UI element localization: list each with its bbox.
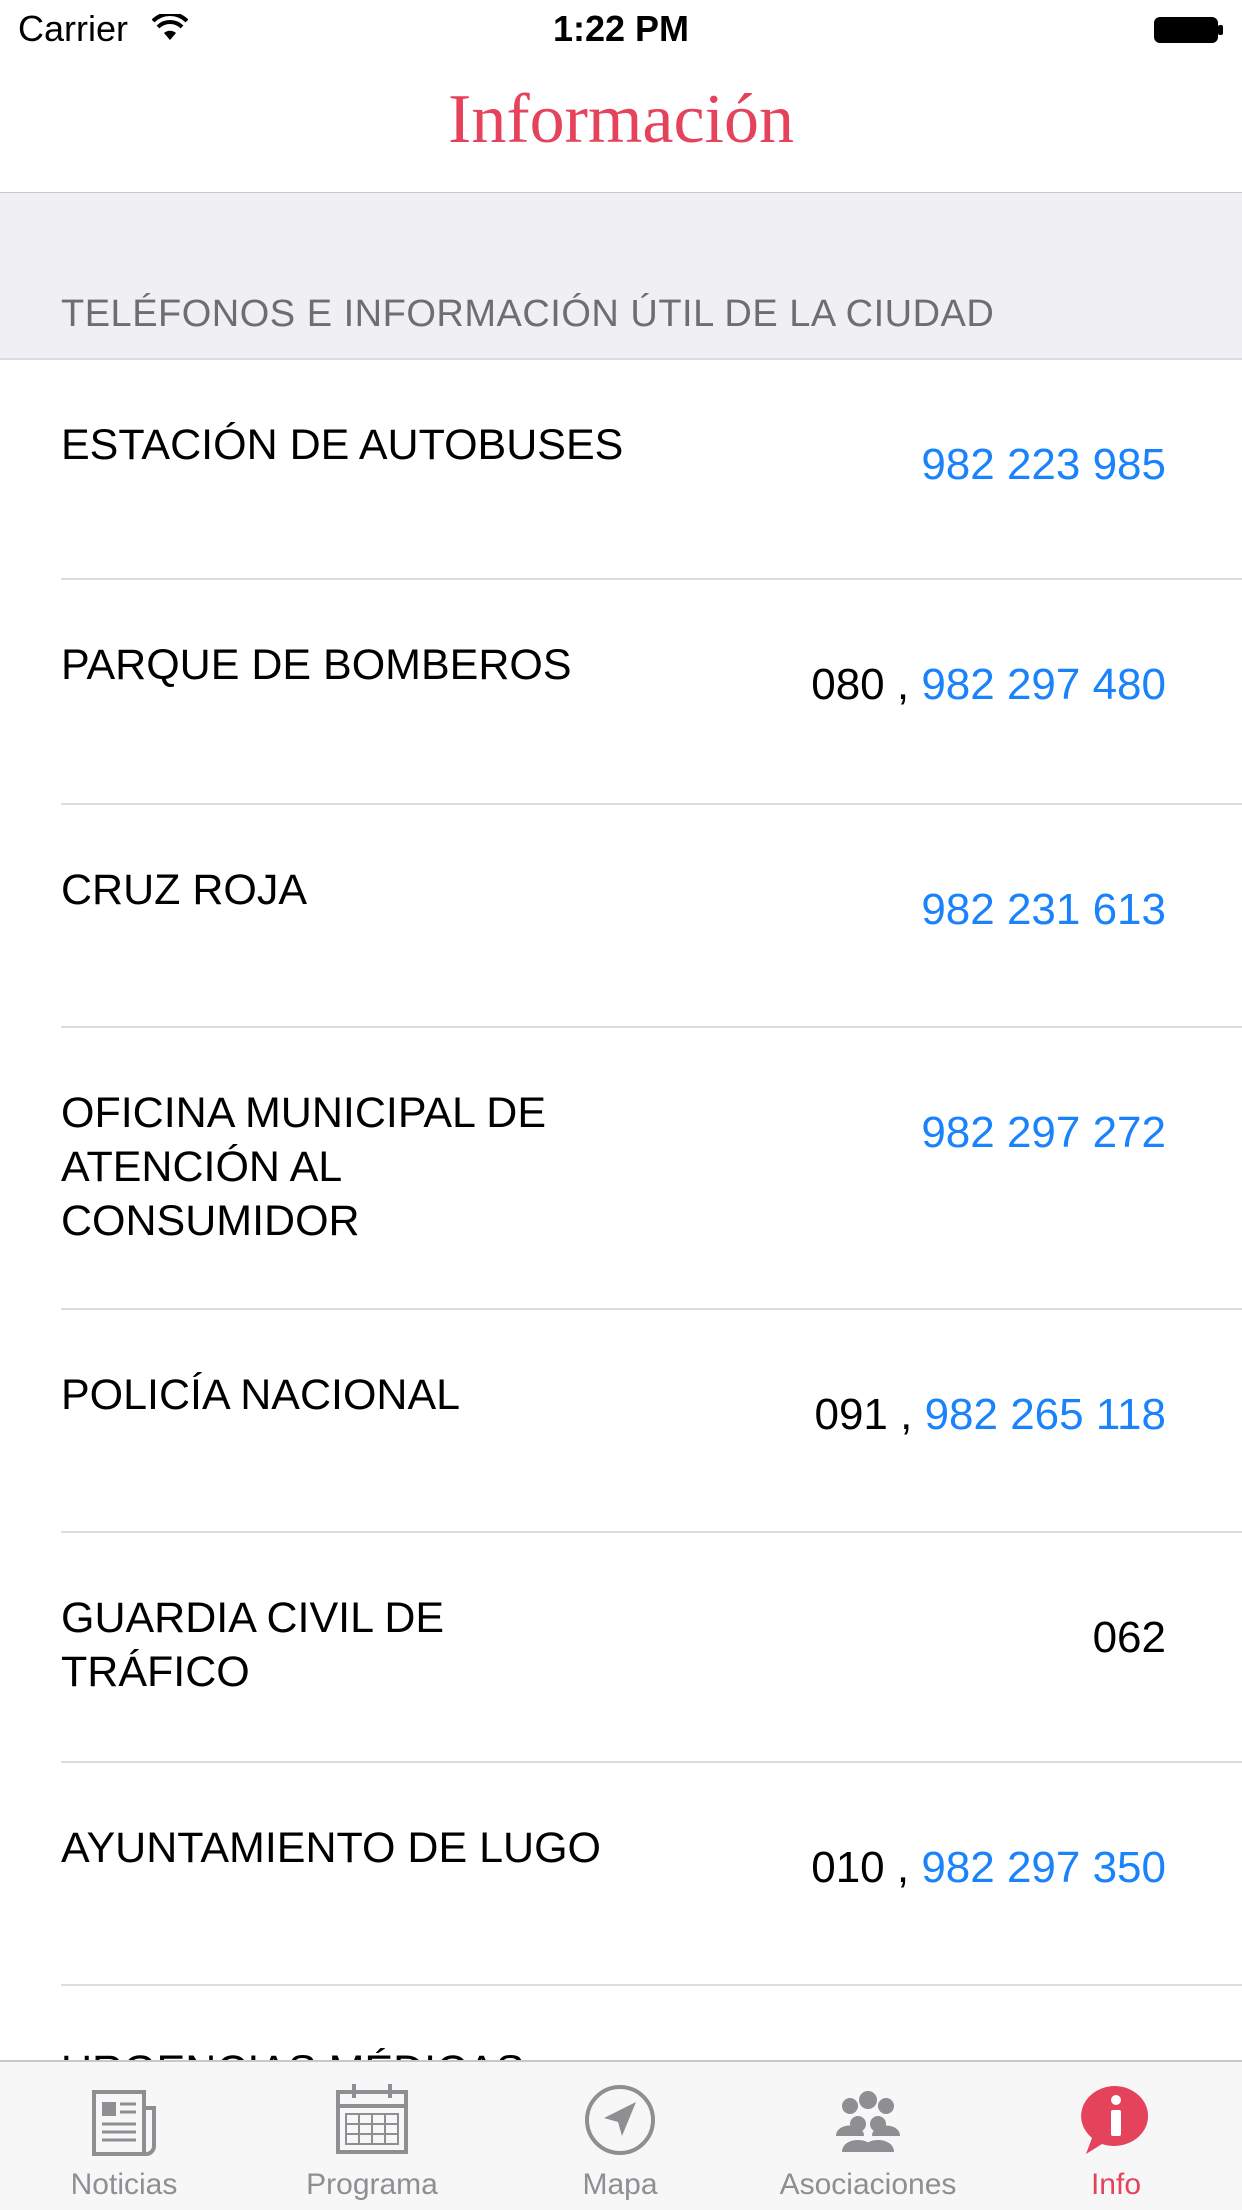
tab-asociaciones[interactable]: Asociaciones: [744, 2062, 992, 2210]
contact-row-bus-station[interactable]: ESTACIÓN DE AUTOBUSES 982 223 985: [0, 360, 1242, 580]
phone-link[interactable]: 982 297 350: [921, 1843, 1166, 1892]
phone-prefix: 091 ,: [814, 1390, 925, 1439]
people-icon: [836, 2091, 900, 2152]
contact-name: OFICINA MUNICIPAL DE ATENCIÓN AL CONSUMI…: [61, 1089, 547, 1245]
phone-link[interactable]: 982 265 118: [925, 1390, 1166, 1439]
tab-bar: Noticias Programa Mapa Asociaciones Info: [0, 2060, 1242, 2210]
tab-info[interactable]: Info: [992, 2062, 1240, 2210]
tab-label: Noticias: [70, 2168, 178, 2201]
contact-name: ESTACIÓN DE AUTOBUSES: [61, 421, 624, 469]
clock: 1:22 PM: [552, 8, 690, 49]
contact-phones: 982 223 985: [921, 440, 1166, 490]
tab-programa[interactable]: Programa: [248, 2062, 496, 2210]
status-bar: Carrier 1:22 PM: [0, 0, 1242, 62]
tab-label: Programa: [306, 2168, 438, 2201]
tab-label: Mapa: [582, 2168, 658, 2201]
section-header: TELÉFONOS E INFORMACIÓN ÚTIL DE LA CIUDA…: [0, 193, 1242, 360]
phone-prefix: 080 ,: [811, 660, 922, 709]
contact-name: GUARDIA CIVIL DE TRÁFICO: [61, 1594, 445, 1696]
contact-row-consumer-office[interactable]: OFICINA MUNICIPAL DE ATENCIÓN AL CONSUMI…: [0, 1028, 1242, 1310]
contact-name: POLICÍA NACIONAL: [61, 1371, 461, 1419]
tab-mapa[interactable]: Mapa: [496, 2062, 744, 2210]
contact-row-national-police[interactable]: POLICÍA NACIONAL 091 , 982 265 118: [0, 1310, 1242, 1533]
location-arrow-icon: [585, 2085, 655, 2155]
phone-prefix: 010 ,: [811, 1843, 922, 1892]
contact-row-city-hall[interactable]: AYUNTAMIENTO DE LUGO 010 , 982 297 350: [0, 1763, 1242, 1986]
phone-link[interactable]: 982 223 985: [921, 440, 1166, 489]
contact-name: CRUZ ROJA: [61, 866, 308, 914]
phone-link[interactable]: 982 297 272: [921, 1108, 1166, 1157]
contact-name: AYUNTAMIENTO DE LUGO: [61, 1824, 601, 1872]
contact-phones: 091 , 982 265 118: [814, 1390, 1166, 1440]
contact-name: PARQUE DE BOMBEROS: [61, 641, 572, 689]
tab-label: Info: [1090, 2168, 1142, 2201]
info-bubble-icon: [1081, 2085, 1149, 2154]
contact-row-red-cross[interactable]: CRUZ ROJA 982 231 613: [0, 805, 1242, 1028]
phone-link[interactable]: 982 297 480: [921, 660, 1166, 709]
section-header-label: TELÉFONOS E INFORMACIÓN ÚTIL DE LA CIUDA…: [61, 293, 995, 335]
calendar-icon: [336, 2084, 408, 2154]
tab-noticias[interactable]: Noticias: [0, 2062, 248, 2210]
contact-phones: 010 , 982 297 350: [811, 1843, 1166, 1893]
contact-row-traffic-guard[interactable]: GUARDIA CIVIL DE TRÁFICO 062: [0, 1533, 1242, 1763]
page-title: Información: [448, 81, 794, 158]
contact-phones: 982 297 272: [921, 1108, 1166, 1158]
contact-phones: 080 , 982 297 480: [811, 660, 1166, 710]
battery-icon: [1154, 17, 1223, 43]
tab-label: Asociaciones: [779, 2168, 957, 2201]
contact-row-fire-station[interactable]: PARQUE DE BOMBEROS 080 , 982 297 480: [0, 580, 1242, 805]
contact-phones: 062: [1093, 1613, 1166, 1663]
phone-prefix: 062: [1092, 1613, 1166, 1662]
contact-phones: 982 231 613: [921, 885, 1166, 935]
phone-link[interactable]: 982 231 613: [921, 885, 1166, 934]
newspaper-icon: [92, 2090, 156, 2156]
navigation-bar: Información: [0, 62, 1242, 194]
